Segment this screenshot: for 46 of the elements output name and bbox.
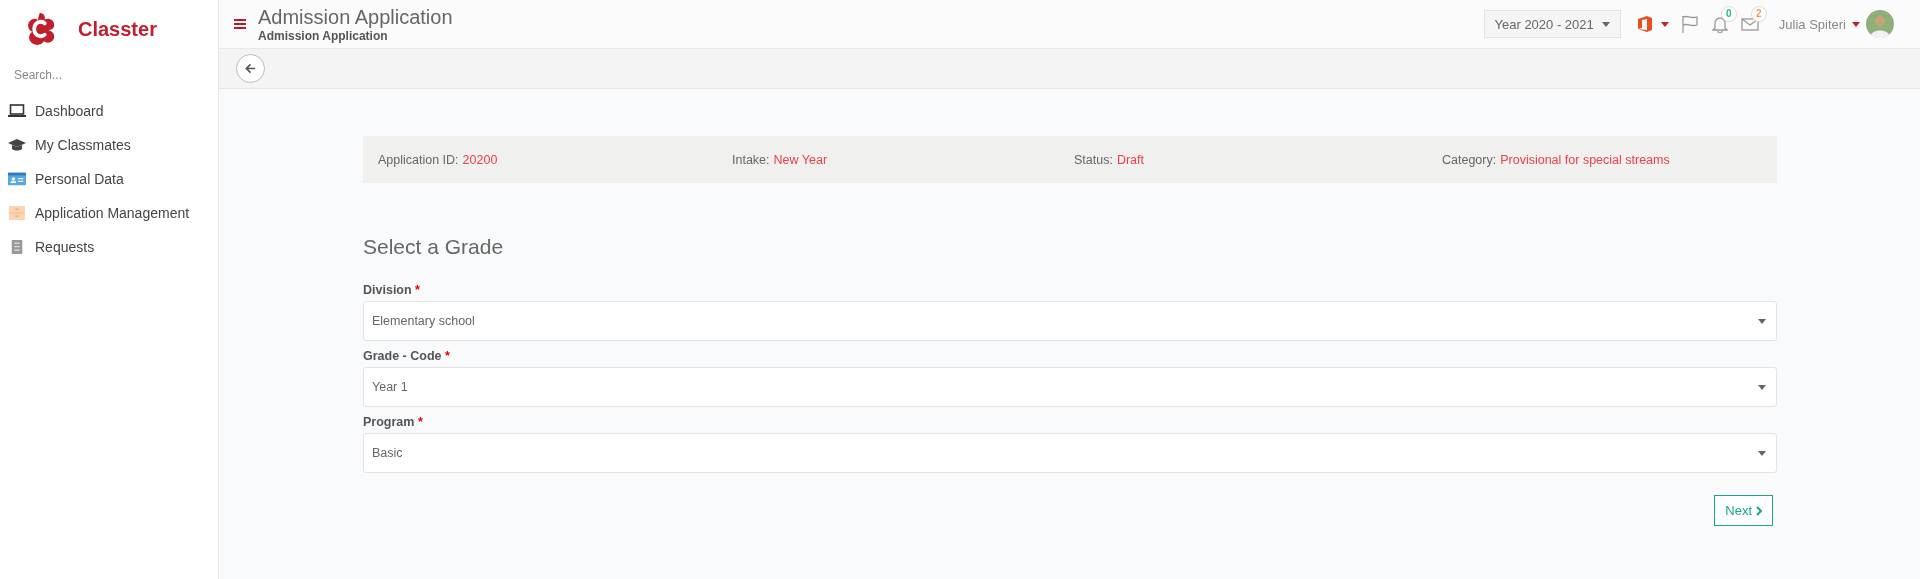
required-mark: * (415, 283, 420, 297)
flag-icon[interactable] (1680, 15, 1699, 33)
required-mark: * (417, 415, 423, 429)
select-field[interactable]: Elementary school (363, 301, 1777, 341)
id-card-icon (8, 172, 26, 186)
menu-icon[interactable] (234, 19, 246, 29)
mail-icon[interactable] (1740, 15, 1759, 33)
brand-name: Classter (78, 17, 157, 41)
info-value: Draft (1116, 152, 1144, 167)
info-value: Provisional for special streams (1500, 152, 1670, 167)
back-arrow-icon (245, 63, 256, 74)
field-label: Grade - Code (363, 349, 442, 363)
info-value: 20200 (462, 152, 498, 167)
sidebar-item[interactable]: Dashboard (0, 94, 218, 128)
office-icon[interactable] (1636, 14, 1653, 34)
back-button[interactable] (236, 54, 265, 83)
chevron-icon (1756, 505, 1762, 516)
drawer-icon (8, 206, 26, 220)
info-value: New Year (773, 152, 828, 167)
info-label: Category: (1442, 152, 1497, 167)
select-field[interactable]: Basic (363, 433, 1777, 473)
user-menu[interactable]: Julia Spiteri (1778, 16, 1860, 32)
sidebar-item[interactable]: My Classmates (0, 128, 218, 162)
breadcrumb: Admission Application (258, 29, 389, 43)
required-mark: * (445, 349, 450, 363)
info-label: Application ID: (378, 152, 459, 167)
sidebar-item[interactable]: Application Management (0, 196, 218, 230)
laptop-icon (8, 104, 26, 118)
field-label: Division (363, 283, 412, 297)
bell-icon[interactable] (1710, 15, 1729, 33)
next-button[interactable]: Next (1714, 495, 1773, 526)
info-label: Intake: (732, 152, 770, 167)
caret-icon[interactable] (1660, 21, 1669, 27)
select-field[interactable]: Year 1 (363, 367, 1777, 407)
avatar-icon[interactable] (1866, 10, 1894, 38)
caret-icon (1852, 21, 1860, 27)
sidebar-item[interactable]: Requests (0, 230, 218, 264)
sidebar-item[interactable]: Personal Data (0, 162, 218, 196)
count-badge: 0 (1720, 6, 1737, 22)
page-title: Admission Application (258, 5, 453, 29)
section-title: Select a Grade (363, 235, 505, 259)
info-label: Status: (1074, 152, 1113, 167)
field-label: Program (363, 415, 415, 429)
count-badge: 2 (1750, 6, 1767, 22)
year-dropdown[interactable]: Year 2020 - 2021 (1483, 10, 1621, 38)
graduation-cap-icon (8, 138, 26, 152)
